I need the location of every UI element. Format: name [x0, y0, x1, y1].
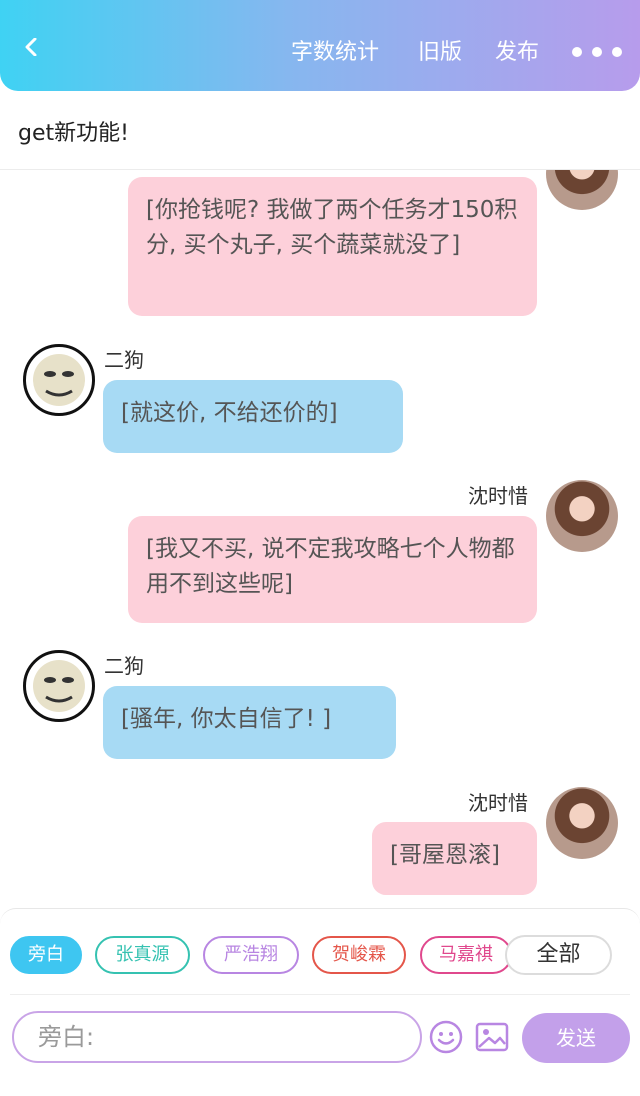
old-version-button[interactable]: 旧版 [418, 38, 462, 68]
sender-name: 二狗 [104, 654, 144, 678]
app-header: 字数统计 旧版 发布 [0, 0, 640, 91]
chapter-title: get新功能! [18, 121, 129, 146]
avatar-ergou [23, 344, 95, 416]
emoji-icon[interactable] [428, 1019, 464, 1055]
message-bubble[interactable]: [就这价, 不给还价的] [103, 380, 403, 453]
image-icon[interactable] [474, 1019, 510, 1055]
more-dots-icon[interactable] [570, 44, 626, 60]
role-chip-he-junlin[interactable]: 贺峻霖 [312, 936, 406, 974]
role-chip-narrator[interactable]: 旁白 [10, 936, 82, 974]
compose-panel: 旁白 张真源 严浩翔 贺峻霖 马嘉祺 全部 旁白: 发送 [0, 908, 640, 1096]
publish-button[interactable]: 发布 [495, 38, 539, 68]
avatar-shen-shixi [546, 480, 618, 552]
all-roles-button[interactable]: 全部 [505, 935, 612, 975]
divider [10, 994, 630, 995]
avatar-shen-shixi [546, 170, 618, 210]
role-chip-ma-jiaqi[interactable]: 马嘉祺 [420, 936, 512, 974]
sender-name: 二狗 [104, 348, 144, 372]
chat-area[interactable]: [你抢钱呢? 我做了两个任务才150积分, 买个丸子, 买个蔬菜就没了] 二狗 … [0, 170, 640, 908]
sender-name: 沈时惜 [468, 484, 528, 508]
chapter-title-row[interactable]: get新功能! [0, 91, 640, 170]
send-button[interactable]: 发送 [522, 1013, 630, 1063]
word-count-button[interactable]: 字数统计 [291, 38, 379, 68]
avatar-ergou [23, 650, 95, 722]
message-bubble[interactable]: [哥屋恩滚] [372, 822, 537, 895]
message-bubble[interactable]: [骚年, 你太自信了! ] [103, 686, 396, 759]
sender-name: 沈时惜 [468, 791, 528, 815]
role-chip-zhang-zhenyuan[interactable]: 张真源 [95, 936, 190, 974]
back-chevron-icon[interactable] [22, 38, 40, 56]
avatar-shen-shixi [546, 787, 618, 859]
message-input[interactable]: 旁白: [12, 1011, 422, 1063]
message-bubble[interactable]: [你抢钱呢? 我做了两个任务才150积分, 买个丸子, 买个蔬菜就没了] [128, 177, 537, 316]
message-bubble[interactable]: [我又不买, 说不定我攻略七个人物都用不到这些呢] [128, 516, 537, 623]
role-chip-yan-haoxiang[interactable]: 严浩翔 [203, 936, 299, 974]
